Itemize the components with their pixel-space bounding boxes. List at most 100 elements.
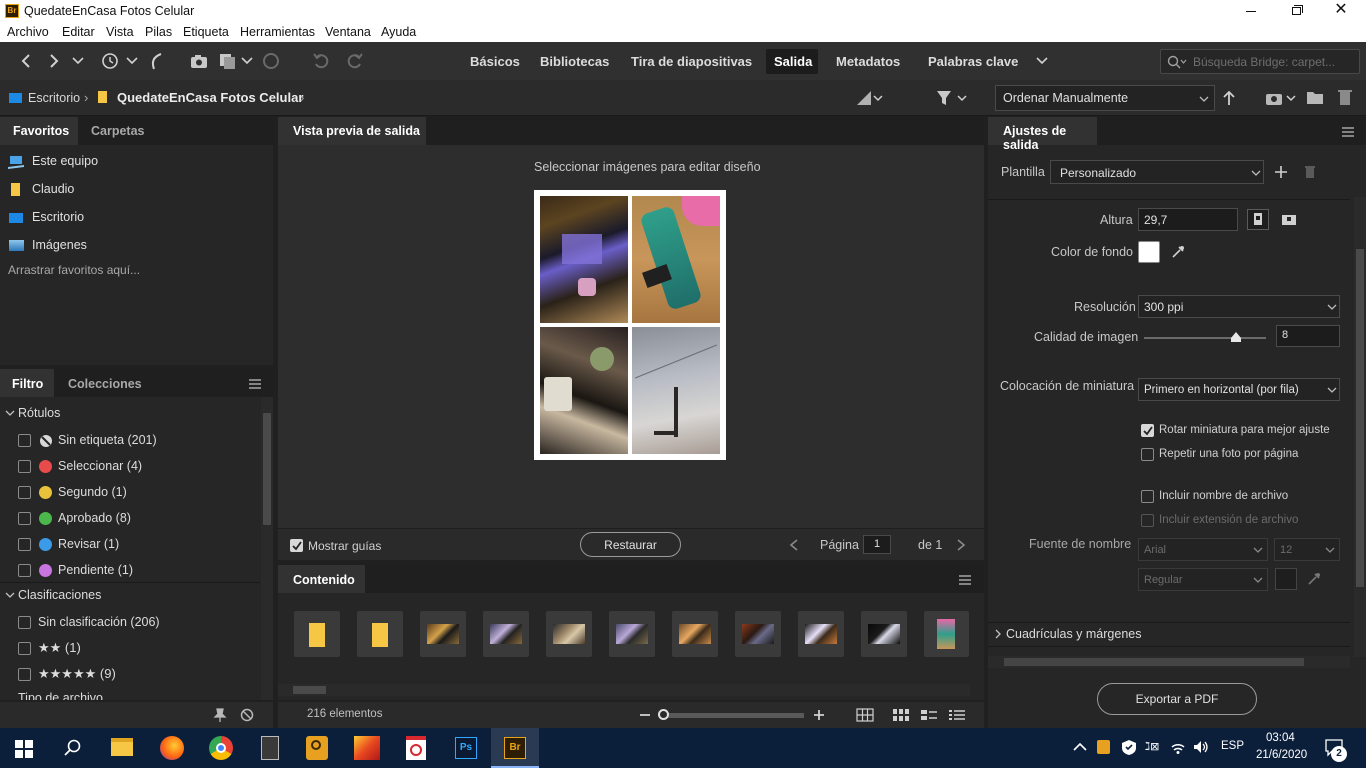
tab-favoritos[interactable]: Favoritos <box>0 117 78 145</box>
clock-date[interactable]: 21/6/2020 <box>1256 749 1307 761</box>
content-thumbnail[interactable] <box>924 611 969 657</box>
content-thumbnail[interactable] <box>609 611 655 657</box>
font-color-swatch[interactable] <box>1275 568 1297 590</box>
pin-icon[interactable] <box>212 707 228 723</box>
tab-contenido[interactable]: Contenido <box>278 565 365 593</box>
panel-menu-icon[interactable] <box>1341 127 1355 137</box>
content-thumbnail[interactable] <box>672 611 718 657</box>
workspace-bibliotecas[interactable]: Bibliotecas <box>540 54 609 69</box>
workspace-palabras-clave[interactable]: Palabras clave <box>928 54 1018 69</box>
filter-filetype-header[interactable]: Tipo de archivo <box>18 691 103 700</box>
volume-icon[interactable] <box>1192 739 1210 755</box>
favorite-item[interactable]: Imágenes <box>8 237 268 257</box>
template-dropdown[interactable]: Personalizado <box>1050 160 1264 184</box>
filter-ratings-header[interactable]: Clasificaciones <box>18 588 101 602</box>
settings-hscrollbar[interactable] <box>988 656 1350 668</box>
open-recent-icon[interactable] <box>1265 89 1299 107</box>
favorite-item[interactable]: Este equipo <box>8 153 268 173</box>
tray-chevron-up-icon[interactable] <box>1073 742 1087 752</box>
content-thumbnail[interactable] <box>798 611 844 657</box>
sort-dropdown[interactable]: Ordenar Manualmente <box>995 85 1215 111</box>
acrobat-icon[interactable] <box>406 736 426 760</box>
filter-rating-row[interactable]: Sin clasificación (206) <box>18 614 258 632</box>
workspace-tira-diapositivas[interactable]: Tira de diapositivas <box>631 54 752 69</box>
filter-rating-row[interactable]: ★★★★★ (9) <box>18 666 258 684</box>
trash-icon[interactable] <box>1337 88 1353 106</box>
panel-menu-icon[interactable] <box>958 575 972 585</box>
rotate-thumbnail-checkbox[interactable] <box>1141 424 1154 437</box>
filter-label-row[interactable]: Aprobado (8) <box>18 510 258 528</box>
menu-etiqueta[interactable]: Etiqueta <box>183 25 229 39</box>
thumbnail-image[interactable] <box>632 196 720 323</box>
chevron-down-icon[interactable] <box>126 56 138 66</box>
filter-checkbox[interactable] <box>18 564 31 577</box>
height-input[interactable]: 29,7 <box>1138 208 1238 231</box>
include-extension-checkbox[interactable] <box>1141 514 1154 527</box>
security-shield-icon[interactable] <box>1121 739 1137 756</box>
recent-history-icon[interactable] <box>100 52 122 70</box>
collapse-chevron-icon[interactable] <box>5 592 15 600</box>
tab-carpetas[interactable]: Carpetas <box>91 124 145 138</box>
filter-label-row[interactable]: Pendiente (1) <box>18 562 258 580</box>
content-thumbnail[interactable] <box>546 611 592 657</box>
workspace-salida-active[interactable]: Salida <box>766 49 818 74</box>
font-style-dropdown[interactable]: Regular <box>1138 568 1268 591</box>
contact-sheet-page[interactable] <box>534 190 726 460</box>
back-arrow-icon[interactable] <box>18 53 34 69</box>
include-filename-checkbox[interactable] <box>1141 490 1154 503</box>
thumbnail-size-slider-handle[interactable] <box>658 709 669 720</box>
next-page-icon[interactable] <box>955 538 967 552</box>
filter-label-row[interactable]: Revisar (1) <box>18 536 258 554</box>
thumbnail-image[interactable] <box>540 196 628 323</box>
restore-button[interactable]: Restaurar <box>580 532 681 557</box>
new-folder-icon[interactable] <box>1306 89 1324 105</box>
content-hscrollbar[interactable] <box>278 684 970 696</box>
filter-label-row[interactable]: Sin etiqueta (201) <box>18 432 258 450</box>
workspace-metadatos[interactable]: Metadatos <box>836 54 900 69</box>
workspace-basicos[interactable]: Básicos <box>470 54 520 69</box>
menu-vista[interactable]: Vista <box>106 25 134 39</box>
grid-lock-icon[interactable] <box>856 708 874 722</box>
clock-time[interactable]: 03:04 <box>1266 732 1295 744</box>
filter-label-row[interactable]: Segundo (1) <box>18 484 258 502</box>
filter-checkbox[interactable] <box>18 512 31 525</box>
breadcrumb-escritorio[interactable]: Escritorio <box>28 91 80 105</box>
menu-ventana[interactable]: Ventana <box>325 25 371 39</box>
zoom-in-icon[interactable] <box>812 708 826 722</box>
rotate-right-icon[interactable] <box>344 52 364 70</box>
content-thumbnail[interactable] <box>483 611 529 657</box>
windows-start-icon[interactable] <box>15 740 33 758</box>
content-thumbnail-folder[interactable] <box>294 611 340 657</box>
font-family-dropdown[interactable]: Arial <box>1138 538 1268 561</box>
menu-archivo[interactable]: Archivo <box>7 25 49 39</box>
search-tool-icon[interactable] <box>306 736 328 760</box>
breadcrumb-more-icon[interactable]: › <box>300 90 304 105</box>
collapse-chevron-icon[interactable] <box>5 410 15 418</box>
list-view-icon[interactable] <box>948 708 966 722</box>
filter-checkbox[interactable] <box>18 668 31 681</box>
settings-vscrollbar[interactable] <box>1354 197 1366 657</box>
content-thumbnail[interactable] <box>861 611 907 657</box>
clear-filter-icon[interactable] <box>240 708 254 722</box>
font-size-dropdown[interactable]: 12 <box>1274 538 1340 561</box>
expand-chevron-icon[interactable] <box>994 629 1002 639</box>
thumbnail-image[interactable] <box>632 327 720 454</box>
repeat-photo-checkbox[interactable] <box>1141 448 1154 461</box>
delete-template-icon[interactable] <box>1304 165 1316 179</box>
filter-scrollbar[interactable] <box>261 397 273 700</box>
search-icon[interactable] <box>64 739 82 757</box>
portrait-orientation-button[interactable] <box>1247 209 1269 230</box>
content-thumbnail[interactable] <box>420 611 466 657</box>
favorite-item[interactable]: Claudio <box>8 181 268 201</box>
tab-vista-previa-salida[interactable]: Vista previa de salida <box>278 117 426 145</box>
filter-checkbox[interactable] <box>18 538 31 551</box>
file-explorer-icon[interactable] <box>111 738 133 756</box>
placement-dropdown[interactable]: Primero en horizontal (por fila) <box>1138 378 1340 401</box>
tray-app-icon[interactable] <box>1097 740 1110 754</box>
menu-ayuda[interactable]: Ayuda <box>381 25 416 39</box>
content-thumbnail[interactable] <box>735 611 781 657</box>
eyedropper-icon[interactable] <box>1170 244 1186 260</box>
export-pdf-button[interactable]: Exportar a PDF <box>1097 683 1257 715</box>
forward-arrow-icon[interactable] <box>46 53 62 69</box>
resolution-dropdown[interactable]: 300 ppi <box>1138 295 1340 318</box>
